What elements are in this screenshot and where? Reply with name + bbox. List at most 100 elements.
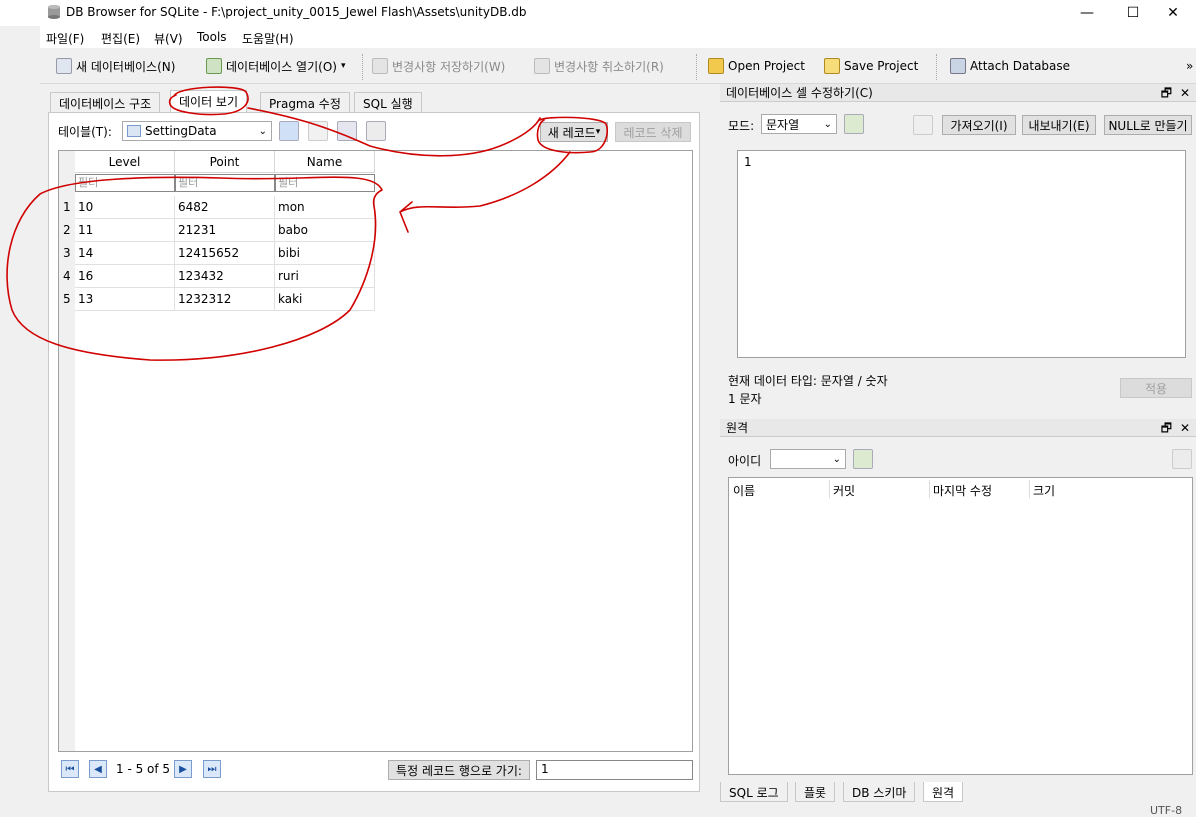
table-cell[interactable]: 123432 <box>175 265 275 288</box>
table-cell[interactable]: 10 <box>75 196 175 219</box>
menu-tools[interactable]: Tools <box>197 30 227 44</box>
new-database-button[interactable]: 새 데이터베이스(N) <box>56 56 175 76</box>
auto-format-icon[interactable] <box>844 114 864 134</box>
row-number[interactable]: 2 <box>59 219 75 242</box>
column-header-name[interactable]: Name <box>275 151 375 173</box>
mode-select[interactable]: 문자열 ⌄ <box>761 114 837 134</box>
column-header-name[interactable]: 이름 <box>733 482 755 499</box>
clear-filters-icon[interactable] <box>308 121 328 141</box>
remote-title: 원격 <box>726 421 749 435</box>
tab-database-structure[interactable]: 데이터베이스 구조 <box>50 92 161 112</box>
goto-record-button[interactable]: 특정 레코드 행으로 가기: <box>388 760 530 780</box>
text-align-icon[interactable] <box>913 115 933 135</box>
table-cell[interactable]: 12415652 <box>175 242 275 265</box>
identity-select[interactable]: ⌄ <box>770 449 846 469</box>
table-select[interactable]: SettingData ⌄ <box>122 121 272 141</box>
table-cell[interactable]: 1232312 <box>175 288 275 311</box>
row-number[interactable]: 1 <box>59 196 75 219</box>
tab-db-schema[interactable]: DB 스키마 <box>843 782 916 802</box>
filter-input-name[interactable]: 필터 <box>275 174 375 192</box>
toolbar-separator <box>936 54 937 80</box>
tab-sql-log[interactable]: SQL 로그 <box>720 782 788 802</box>
close-dock-icon[interactable]: ✕ <box>1180 84 1190 102</box>
refresh-icon[interactable] <box>279 121 299 141</box>
table-cell[interactable]: 21231 <box>175 219 275 242</box>
print-icon[interactable] <box>366 121 386 141</box>
toolbar-overflow-button[interactable]: » <box>1186 56 1193 76</box>
column-header-size[interactable]: 크기 <box>1033 482 1055 499</box>
revert-icon <box>534 58 550 74</box>
next-page-icon[interactable]: ▶ <box>174 760 192 778</box>
row-number[interactable]: 5 <box>59 288 75 311</box>
save-project-button[interactable]: Save Project <box>824 56 918 76</box>
minimize-button[interactable]: — <box>1064 0 1110 26</box>
float-dock-icon[interactable]: 🗗 <box>1161 84 1172 102</box>
remote-file-list[interactable]: 이름 커밋 마지막 수정 크기 <box>728 477 1193 775</box>
data-grid: Level Point Name 필터 필터 필터 1 10 6482 mon … <box>58 150 693 752</box>
tab-plot[interactable]: 플롯 <box>795 782 836 802</box>
column-divider <box>829 480 830 498</box>
previous-page-icon[interactable]: ◀ <box>89 760 107 778</box>
data-type-info: 현재 데이터 타입: 문자열 / 숫자 <box>728 374 888 388</box>
export-button[interactable]: 내보내기(E) <box>1022 115 1096 135</box>
save-table-icon[interactable] <box>337 121 357 141</box>
attach-database-icon <box>950 58 966 74</box>
pager-status: 1 - 5 of 5 <box>116 762 171 776</box>
table-cell[interactable]: 6482 <box>175 196 275 219</box>
last-page-icon[interactable]: ⏭ <box>203 760 221 778</box>
table-cell[interactable]: babo <box>275 219 375 242</box>
new-record-button[interactable]: 새 레코드 ▾ <box>540 122 608 142</box>
chevron-down-icon: ⌄ <box>832 453 841 465</box>
tab-execute-sql[interactable]: SQL 실행 <box>354 92 422 112</box>
column-header-commit[interactable]: 커밋 <box>833 482 855 499</box>
table-cell[interactable]: ruri <box>275 265 375 288</box>
toolbar-separator <box>696 54 697 80</box>
menu-bar: 파일(F) 편집(E) 뷰(V) Tools 도움말(H) <box>40 26 1196 48</box>
push-database-icon[interactable] <box>1172 449 1192 469</box>
column-divider <box>1029 480 1030 498</box>
table-cell[interactable]: 14 <box>75 242 175 265</box>
write-changes-button[interactable]: 변경사항 저장하기(W) <box>372 56 505 76</box>
chevron-down-icon[interactable]: ▾ <box>341 61 346 71</box>
set-null-button[interactable]: NULL로 만들기 <box>1104 115 1192 135</box>
column-header-level[interactable]: Level <box>75 151 175 173</box>
menu-help[interactable]: 도움말(H) <box>242 30 294 47</box>
filter-input-level[interactable]: 필터 <box>75 174 175 192</box>
menu-edit[interactable]: 편집(E) <box>101 30 140 47</box>
tab-browse-data[interactable]: 데이터 보기 <box>170 90 248 112</box>
remote-dock-header: 원격 🗗 ✕ <box>720 419 1196 437</box>
column-divider <box>929 480 930 498</box>
title-bar: DB Browser for SQLite - F:\project_unity… <box>0 0 1196 26</box>
apply-button[interactable]: 적용 <box>1120 378 1192 398</box>
row-number[interactable]: 3 <box>59 242 75 265</box>
tab-edit-pragmas[interactable]: Pragma 수정 <box>260 92 350 112</box>
import-button[interactable]: 가져오기(I) <box>942 115 1016 135</box>
first-page-icon[interactable]: ⏮ <box>61 760 79 778</box>
attach-database-button[interactable]: Attach Database <box>950 56 1070 76</box>
goto-record-input[interactable]: 1 <box>536 760 693 780</box>
menu-file[interactable]: 파일(F) <box>46 30 84 47</box>
edit-cell-dock-header: 데이터베이스 셀 수정하기(C) 🗗 ✕ <box>720 84 1196 102</box>
revert-changes-button[interactable]: 변경사항 취소하기(R) <box>534 56 664 76</box>
delete-record-button[interactable]: 레코드 삭제 <box>615 122 691 142</box>
cell-editor[interactable]: 1 <box>737 150 1186 358</box>
menu-view[interactable]: 뷰(V) <box>154 30 183 47</box>
table-cell[interactable]: 11 <box>75 219 175 242</box>
close-button[interactable]: ✕ <box>1150 0 1196 26</box>
new-database-icon <box>56 58 72 74</box>
column-header-last-modified[interactable]: 마지막 수정 <box>933 482 992 499</box>
row-number[interactable]: 4 <box>59 265 75 288</box>
column-header-point[interactable]: Point <box>175 151 275 173</box>
table-cell[interactable]: kaki <box>275 288 375 311</box>
float-dock-icon[interactable]: 🗗 <box>1161 419 1172 437</box>
tab-remote[interactable]: 원격 <box>923 782 964 802</box>
table-cell[interactable]: bibi <box>275 242 375 265</box>
table-cell[interactable]: 16 <box>75 265 175 288</box>
table-cell[interactable]: mon <box>275 196 375 219</box>
filter-input-point[interactable]: 필터 <box>175 174 275 192</box>
table-cell[interactable]: 13 <box>75 288 175 311</box>
close-dock-icon[interactable]: ✕ <box>1180 419 1190 437</box>
open-database-button[interactable]: 데이터베이스 열기(O) ▾ <box>206 56 345 76</box>
open-project-button[interactable]: Open Project <box>708 56 805 76</box>
identity-settings-icon[interactable] <box>853 449 873 469</box>
